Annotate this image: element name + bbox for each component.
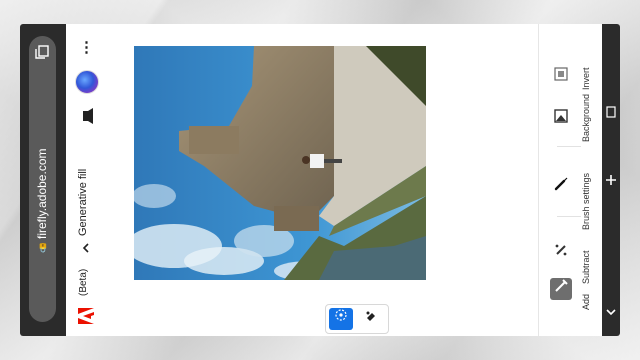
subtract-label: Subtract — [581, 250, 591, 284]
url-text[interactable]: 🔒 firefly.adobe.com — [31, 136, 53, 266]
plus-icon[interactable] — [605, 174, 617, 186]
brush-settings-tool[interactable]: Brush settings — [544, 154, 598, 230]
tab-switch-icon[interactable] — [33, 44, 51, 62]
invert-icon — [550, 66, 572, 88]
brush-icon — [550, 176, 572, 198]
divider — [557, 146, 581, 147]
chevron-down-icon[interactable] — [79, 242, 93, 254]
background-tool[interactable]: Background — [544, 92, 598, 144]
background-label: Background — [581, 93, 591, 142]
subtract-tool[interactable]: Subtract — [544, 220, 598, 294]
beta-label: (Beta) — [78, 268, 89, 296]
more-vertical-icon[interactable]: ⋮ — [79, 40, 94, 56]
subtract-brush-icon — [550, 242, 572, 264]
url-bar[interactable]: 🔒 firefly.adobe.com — [29, 36, 56, 322]
eraser-icon[interactable] — [359, 308, 383, 330]
url-label: firefly.adobe.com — [35, 148, 49, 240]
page-icon[interactable] — [605, 106, 617, 118]
canvas-area — [110, 24, 538, 336]
background-icon — [550, 108, 572, 130]
system-rail — [602, 24, 620, 336]
invert-label: Invert — [581, 67, 591, 90]
adobe-logo-icon[interactable] — [76, 306, 96, 326]
browser-bar: 🔒 firefly.adobe.com — [20, 24, 66, 336]
generative-brush-icon[interactable] — [329, 308, 353, 330]
invert-tool[interactable]: Invert — [544, 60, 598, 94]
share-icon[interactable] — [78, 108, 94, 124]
app-header: ⋮ Generative fill (Beta) — [66, 24, 111, 336]
feature-title[interactable]: Generative fill — [77, 168, 93, 236]
brush-settings-label: Brush settings — [581, 172, 591, 230]
chevron-down-icon[interactable] — [605, 306, 617, 318]
artwork-image[interactable] — [134, 46, 426, 280]
lock-icon: 🔒 — [37, 242, 47, 254]
divider — [557, 216, 581, 217]
mode-toggle — [325, 304, 389, 334]
avatar[interactable] — [75, 70, 99, 94]
phone-screen: 🔒 firefly.adobe.com ⋮ Generative fill (Be… — [20, 24, 620, 336]
tool-panel: Add Subtract Brush settings Background I… — [538, 24, 603, 336]
